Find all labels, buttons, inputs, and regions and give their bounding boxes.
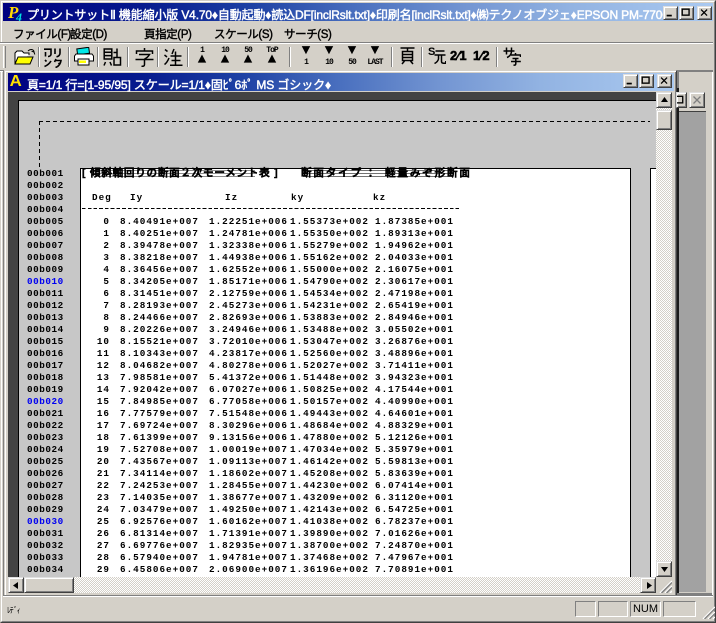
svg-text:4: 4 (15, 10, 22, 21)
